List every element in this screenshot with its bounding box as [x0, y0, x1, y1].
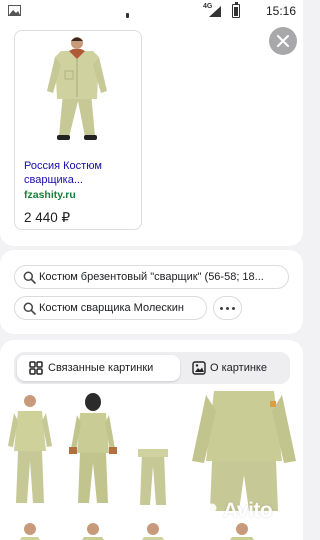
watermark-text: Avito: [223, 499, 273, 522]
tab-bar: Связанные картинки О картинке: [14, 352, 290, 384]
image-icon: [8, 5, 21, 16]
status-dot: [126, 13, 129, 18]
search-icon: [23, 302, 36, 315]
search-chip[interactable]: Костюм брезентовый "сварщик" (56-58; 18.…: [14, 265, 289, 289]
close-icon: [277, 35, 289, 47]
image-thumbnail[interactable]: [64, 515, 122, 540]
image-thumbnail[interactable]: [126, 515, 180, 540]
product-source-link[interactable]: Россия Костюм сварщика...: [24, 159, 136, 187]
more-button[interactable]: [213, 296, 242, 320]
image-thumbnail[interactable]: [126, 391, 180, 511]
product-panel: Россия Костюм сварщика... fzashity.ru 2 …: [0, 22, 303, 246]
search-chip-label: Костюм брезентовый "сварщик" (56-58; 18.…: [39, 271, 264, 283]
product-price: 2 440 ₽: [24, 210, 71, 225]
search-icon: [23, 271, 36, 284]
tab-about-image[interactable]: О картинке: [186, 355, 286, 381]
product-card[interactable]: Россия Костюм сварщика... fzashity.ru 2 …: [14, 30, 142, 230]
related-searches: Костюм брезентовый "сварщик" (56-58; 18.…: [0, 250, 303, 334]
more-dot-icon: [220, 307, 223, 310]
image-thumbnail[interactable]: [0, 391, 60, 511]
more-dot-icon: [232, 307, 235, 310]
grid-icon: [29, 361, 43, 375]
signal-icon: [209, 6, 221, 17]
search-chip[interactable]: Костюм сварщика Молескин: [14, 296, 207, 320]
close-button[interactable]: [269, 27, 297, 55]
product-image[interactable]: [15, 31, 141, 149]
product-domain[interactable]: fzashity.ru: [24, 189, 76, 201]
battery-icon: [232, 2, 240, 18]
tab-label: О картинке: [210, 362, 267, 374]
avito-logo-icon: [196, 502, 218, 522]
related-images-panel: Связанные картинки О картинке Avito: [0, 340, 303, 540]
tab-related-images[interactable]: Связанные картинки: [17, 355, 180, 381]
status-bar: 4G 15:16: [0, 0, 303, 22]
image-icon: [192, 361, 206, 375]
tab-label: Связанные картинки: [48, 362, 154, 374]
image-thumbnail[interactable]: [64, 391, 122, 511]
image-thumbnail[interactable]: [0, 515, 60, 540]
search-chip-label: Костюм сварщика Молескин: [39, 302, 184, 314]
more-dot-icon: [226, 307, 229, 310]
image-thumbnail[interactable]: [184, 391, 303, 511]
welder-suit-image: [47, 37, 107, 140]
clock: 15:16: [266, 4, 297, 18]
watermark: Avito: [195, 499, 300, 525]
